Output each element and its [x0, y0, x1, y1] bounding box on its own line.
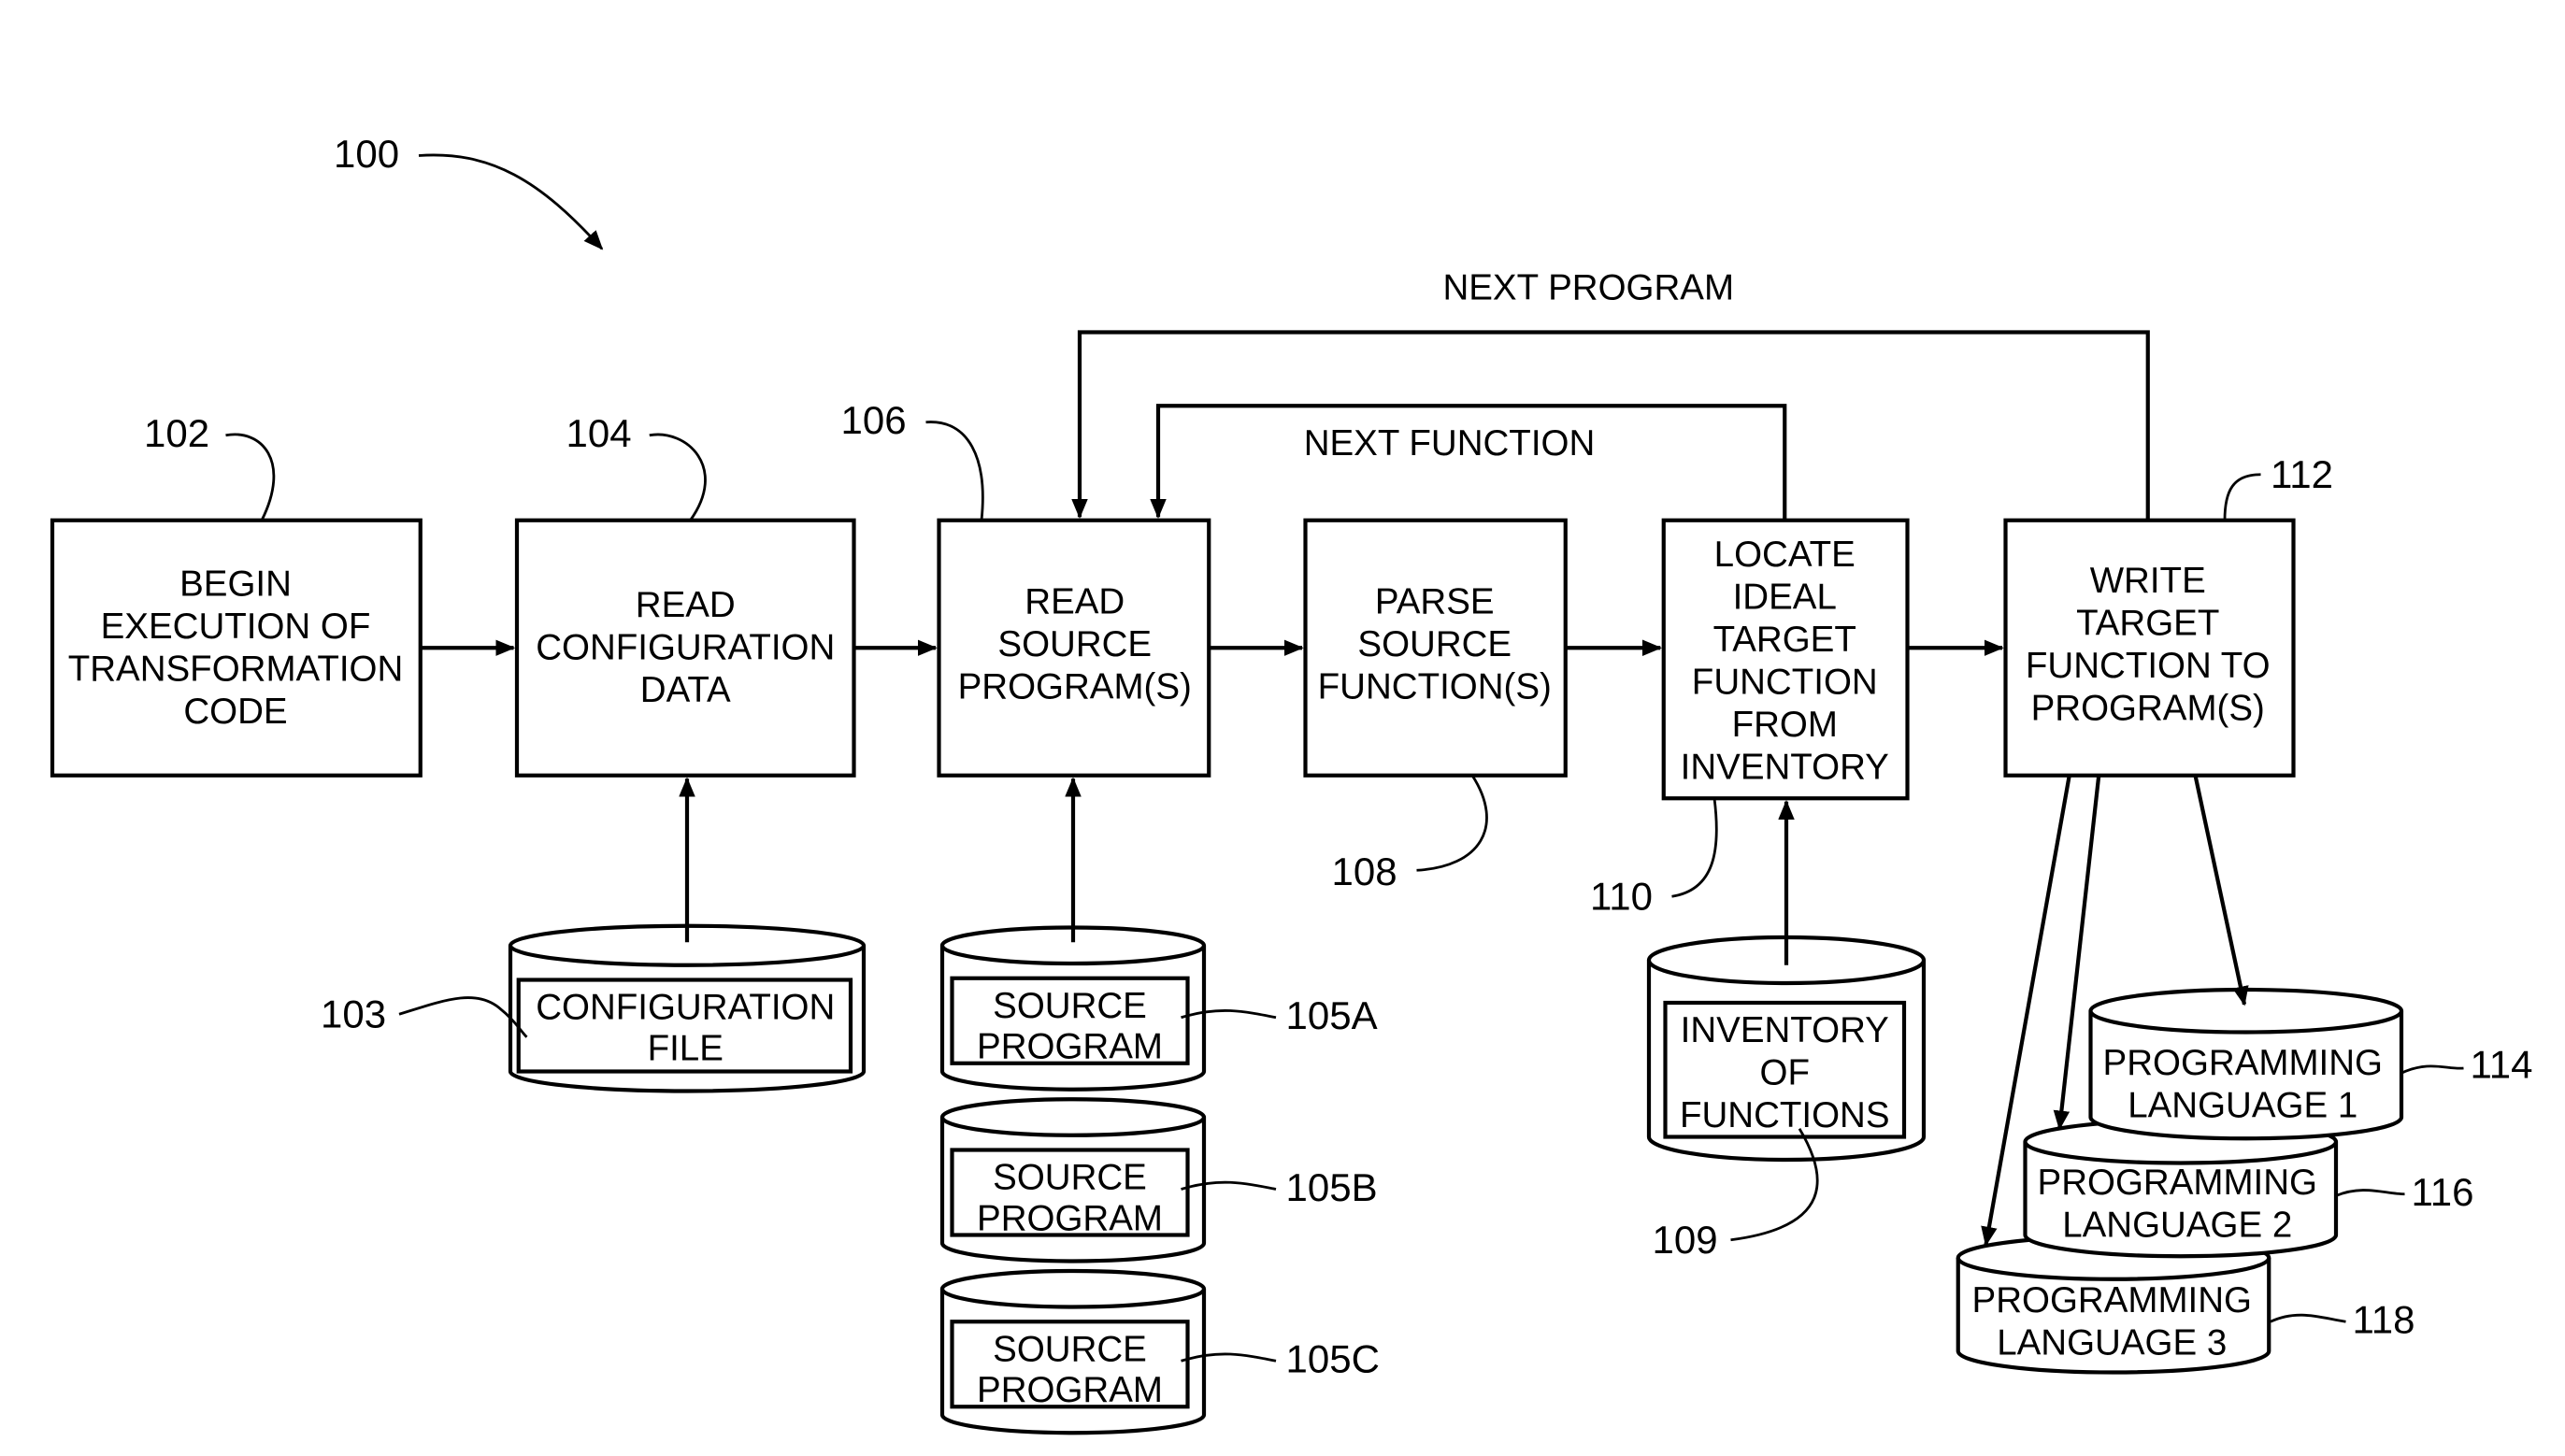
- store-116-programming-language-2: PROGRAMMING LANGUAGE 2: [2023, 1118, 2339, 1259]
- flowchart-diagram: 100 NEXT PROGRAM NEXT FUNCTION BEGIN EXE…: [50, 132, 2533, 1435]
- svg-text:PROGRAM: PROGRAM: [977, 1027, 1163, 1067]
- svg-text:DATA: DATA: [640, 670, 731, 710]
- step-112-write-target-function: WRITE TARGET FUNCTION TO PROGRAM(S): [2003, 518, 2296, 778]
- step-106-read-source-programs: READ SOURCE PROGRAM(S): [937, 518, 1211, 778]
- step-102-begin-execution: BEGIN EXECUTION OF TRANSFORMATION CODE: [50, 518, 423, 778]
- svg-text:FROM: FROM: [1732, 705, 1838, 745]
- ref-102-leader: [225, 433, 276, 521]
- svg-text:PROGRAM: PROGRAM: [977, 1198, 1163, 1238]
- store-114-programming-language-1: PROGRAMMING LANGUAGE 1: [2088, 987, 2404, 1141]
- svg-text:WRITE: WRITE: [2090, 561, 2206, 601]
- ref-104: 104: [566, 411, 632, 455]
- svg-text:OF: OF: [1760, 1053, 1810, 1093]
- ref-104-leader: [649, 433, 707, 521]
- store-105b-source-program: SOURCE PROGRAM: [939, 1097, 1207, 1263]
- svg-text:PARSE: PARSE: [1375, 582, 1495, 622]
- svg-text:SOURCE: SOURCE: [1357, 624, 1512, 664]
- store-105c-source-program: SOURCE PROGRAM: [939, 1268, 1207, 1435]
- ref-114: 114: [2471, 1043, 2533, 1087]
- store-103-configuration-file: CONFIGURATION FILE: [508, 923, 867, 1093]
- store-105a-source-program: SOURCE PROGRAM: [939, 925, 1207, 1092]
- svg-text:PROGRAMMING: PROGRAMMING: [2038, 1163, 2317, 1203]
- svg-text:PROGRAMMING: PROGRAMMING: [2103, 1043, 2383, 1083]
- store-109-inventory-of-functions: INVENTORY OF FUNCTIONS: [1646, 935, 1927, 1163]
- ref-112: 112: [2271, 452, 2333, 496]
- svg-text:PROGRAM: PROGRAM: [977, 1370, 1163, 1410]
- svg-text:FUNCTION: FUNCTION: [1692, 662, 1878, 702]
- svg-text:PROGRAM(S): PROGRAM(S): [2031, 688, 2265, 728]
- svg-text:SOURCE: SOURCE: [993, 986, 1147, 1026]
- next-program-label: NEXT PROGRAM: [1442, 268, 1734, 308]
- svg-text:PROGRAMMING: PROGRAMMING: [1972, 1280, 2252, 1320]
- ref-105b: 105B: [1286, 1165, 1378, 1209]
- svg-text:LANGUAGE 2: LANGUAGE 2: [2062, 1205, 2292, 1245]
- svg-text:READ: READ: [1025, 582, 1125, 622]
- svg-text:PROGRAM(S): PROGRAM(S): [958, 667, 1192, 707]
- svg-text:FUNCTION(S): FUNCTION(S): [1318, 667, 1552, 707]
- step-104-read-configuration: READ CONFIGURATION DATA: [514, 518, 856, 778]
- ref-105c: 105C: [1286, 1337, 1380, 1381]
- svg-text:IDEAL: IDEAL: [1733, 577, 1837, 617]
- ref-108: 108: [1332, 849, 1397, 893]
- ref-106: 106: [841, 398, 907, 442]
- step-108-parse-source-functions: PARSE SOURCE FUNCTION(S): [1303, 518, 1568, 778]
- next-program-loop-arrow: [1071, 330, 2150, 521]
- ref-112-leader: [2223, 473, 2261, 521]
- figure-ref-label: 100: [334, 132, 399, 176]
- svg-text:LANGUAGE 1: LANGUAGE 1: [2128, 1086, 2357, 1126]
- step-110-locate-ideal-target-function: LOCATE IDEAL TARGET FUNCTION FROM INVENT…: [1661, 518, 1910, 801]
- svg-text:SOURCE: SOURCE: [993, 1158, 1147, 1198]
- svg-text:FUNCTIONS: FUNCTIONS: [1680, 1095, 1890, 1135]
- ref-116-leader: [2335, 1189, 2405, 1197]
- figure-ref-arrow: [418, 153, 604, 250]
- arrow-112-to-114: [2193, 775, 2249, 1006]
- svg-text:CONFIGURATION: CONFIGURATION: [536, 988, 835, 1028]
- svg-text:TARGET: TARGET: [1713, 620, 1856, 660]
- ref-110-leader: [1671, 798, 1718, 898]
- ref-109: 109: [1653, 1218, 1718, 1262]
- svg-text:SOURCE: SOURCE: [993, 1329, 1147, 1369]
- svg-text:TARGET: TARGET: [2076, 603, 2219, 643]
- ref-116: 116: [2412, 1170, 2474, 1214]
- svg-text:SOURCE: SOURCE: [997, 624, 1152, 664]
- ref-114-leader: [2400, 1064, 2464, 1075]
- svg-text:LOCATE: LOCATE: [1714, 535, 1856, 575]
- ref-108-leader: [1416, 774, 1488, 872]
- svg-text:LANGUAGE 3: LANGUAGE 3: [1997, 1322, 2227, 1363]
- svg-text:INVENTORY: INVENTORY: [1681, 1010, 1889, 1050]
- svg-text:FILE: FILE: [648, 1028, 724, 1068]
- svg-text:TRANSFORMATION: TRANSFORMATION: [68, 649, 404, 689]
- svg-text:EXECUTION OF: EXECUTION OF: [101, 607, 371, 647]
- ref-118-leader: [2270, 1313, 2346, 1323]
- next-function-label: NEXT FUNCTION: [1304, 423, 1596, 464]
- ref-103: 103: [321, 992, 386, 1035]
- ref-118: 118: [2353, 1298, 2415, 1342]
- svg-text:READ: READ: [636, 585, 736, 625]
- svg-text:FUNCTION TO: FUNCTION TO: [2026, 646, 2271, 686]
- svg-text:BEGIN: BEGIN: [179, 564, 292, 604]
- ref-102: 102: [144, 411, 209, 455]
- ref-110: 110: [1590, 874, 1653, 918]
- ref-106-leader: [925, 421, 984, 521]
- svg-text:INVENTORY: INVENTORY: [1681, 747, 1889, 787]
- svg-text:CONFIGURATION: CONFIGURATION: [536, 628, 835, 668]
- ref-103-leader: [398, 996, 528, 1038]
- svg-text:CODE: CODE: [183, 692, 287, 732]
- ref-105a: 105A: [1286, 993, 1378, 1037]
